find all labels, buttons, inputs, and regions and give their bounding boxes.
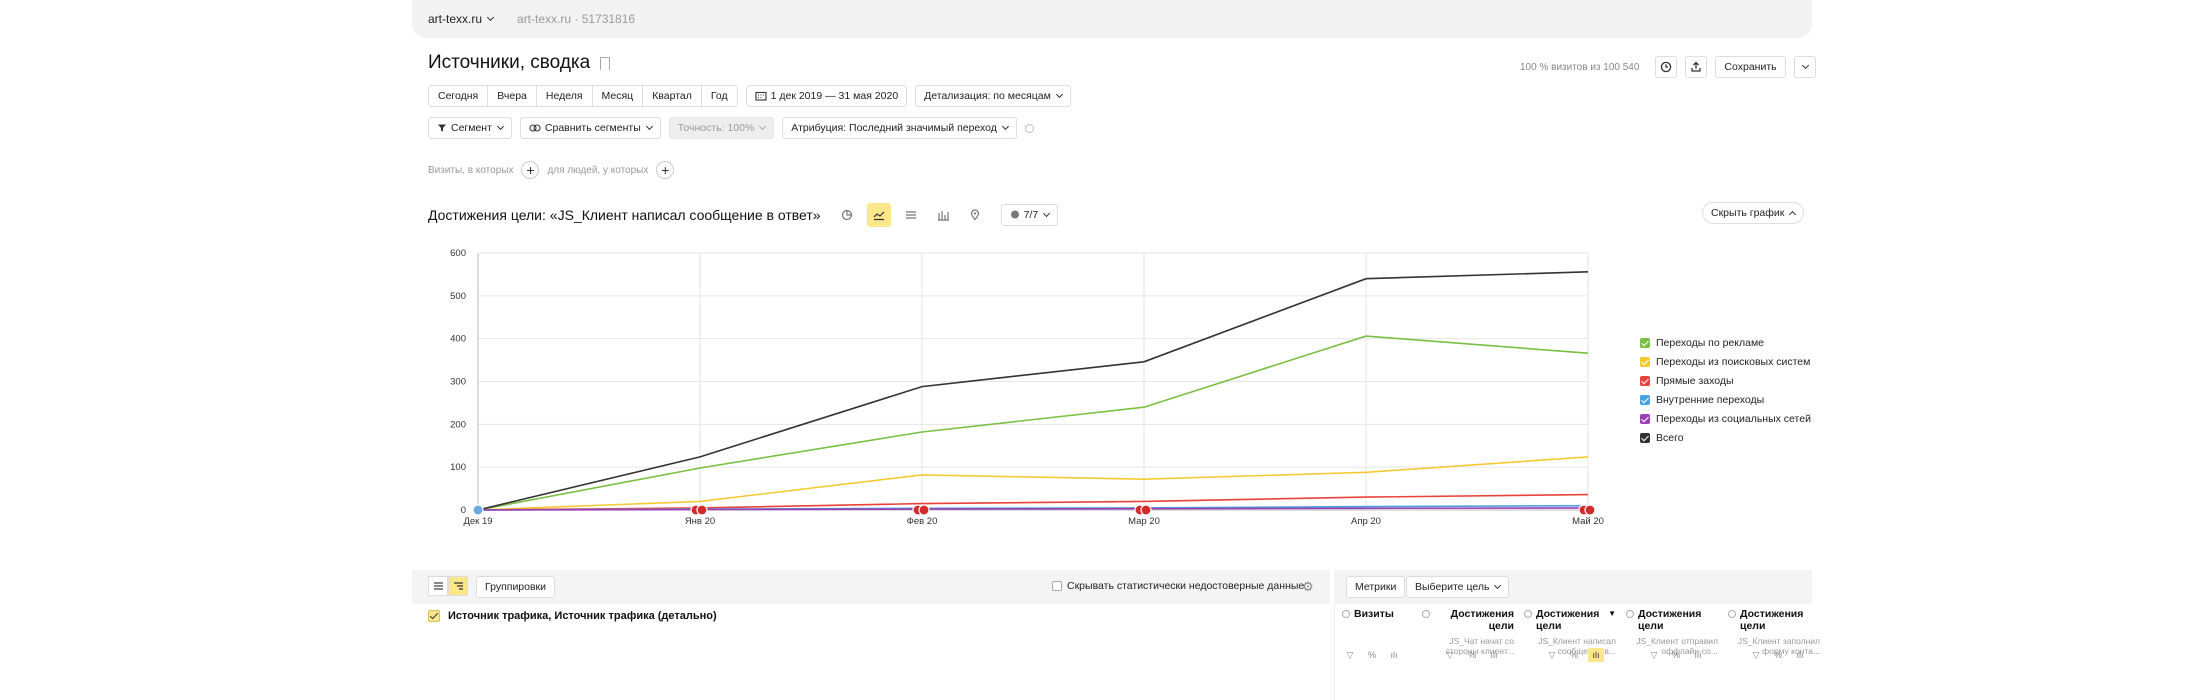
legend-item[interactable]: Всего [1640, 431, 1811, 445]
x-tick-label: Янв 20 [685, 516, 715, 527]
y-tick-label: 100 [450, 462, 466, 473]
x-tick-label: Апр 20 [1351, 516, 1381, 527]
column-tools-goal-2: ▽% ılı [1544, 648, 1604, 662]
chart-legend: Переходы по рекламе Переходы из поисковых… [1640, 336, 1811, 445]
x-tick-label: Мар 20 [1128, 516, 1160, 527]
line-chart: 0 100 200 300 400 500 600 Дек 19 Янв 20 Фев 20 Мар… [450, 248, 1604, 527]
annotation-marker [472, 504, 484, 516]
sort-radio[interactable] [1342, 610, 1350, 618]
legend-label: Переходы по рекламе [1656, 337, 1765, 349]
column-tools-goal-1: ▽% ılı [1442, 648, 1502, 662]
metrics-button[interactable]: Метрики [1346, 576, 1406, 598]
column-visits[interactable]: Визиты [1342, 608, 1412, 620]
percent-icon[interactable]: % [1566, 648, 1582, 662]
tree-icon [453, 582, 463, 590]
x-tick-label: Дек 19 [463, 516, 492, 527]
sort-radio[interactable] [1422, 610, 1430, 618]
dimension-checkbox[interactable] [428, 610, 440, 622]
legend-label: Переходы из поисковых систем [1656, 356, 1811, 368]
percent-icon[interactable]: % [1668, 648, 1684, 662]
y-tick-label: 200 [450, 419, 466, 430]
series-line [477, 271, 1589, 511]
bar-chart-icon[interactable]: ılı [1486, 648, 1502, 662]
legend-item[interactable]: Внутренние переходы [1640, 393, 1811, 407]
hide-unreliable-checkbox[interactable] [1052, 581, 1062, 591]
column-tools-visits: ▽% ılı [1342, 648, 1402, 662]
legend-item[interactable]: Переходы по рекламе [1640, 336, 1811, 350]
filter-icon[interactable]: ▽ [1748, 648, 1764, 662]
percent-icon[interactable]: % [1364, 648, 1380, 662]
sort-radio[interactable] [1524, 610, 1532, 618]
column-title: Визиты [1354, 608, 1394, 620]
chevron-down-icon [1494, 581, 1502, 590]
hide-unreliable-label: Скрывать статистически недостоверные дан… [1067, 580, 1305, 592]
x-tick-label: Май 20 [1572, 516, 1604, 527]
annotation-marker [1584, 504, 1596, 516]
groupings-button[interactable]: Группировки [476, 576, 556, 598]
legend-item[interactable]: Переходы из социальных сетей [1640, 412, 1811, 426]
legend-item[interactable]: Прямые заходы [1640, 374, 1811, 388]
dimension-header: Источник трафика, Источник трафика (дета… [428, 610, 717, 622]
series-line [477, 335, 1589, 511]
y-tick-label: 0 [461, 505, 466, 516]
column-divider [1334, 604, 1335, 700]
bar-chart-icon[interactable]: ılı [1386, 648, 1402, 662]
choose-goal-label: Выберите цель [1415, 581, 1490, 593]
column-title: Достижения цели [1450, 608, 1514, 632]
legend-checkbox[interactable] [1640, 376, 1650, 386]
column-title: Достижения цели [1536, 608, 1600, 632]
bar-chart-icon[interactable]: ılı [1588, 648, 1604, 662]
hide-unreliable-toggle[interactable]: Скрывать статистически недостоверные дан… [1052, 580, 1304, 592]
column-tools-goal-3: ▽% ılı [1646, 648, 1706, 662]
list-icon [433, 582, 443, 590]
filter-icon[interactable]: ▽ [1342, 648, 1358, 662]
column-title: Достижения цели [1740, 608, 1804, 632]
y-tick-label: 400 [450, 334, 466, 345]
percent-icon[interactable]: % [1770, 648, 1786, 662]
legend-checkbox[interactable] [1640, 357, 1650, 367]
y-tick-label: 300 [450, 377, 466, 388]
y-tick-label: 500 [450, 291, 466, 302]
bar-chart-icon[interactable]: ılı [1690, 648, 1706, 662]
sort-desc-icon: ▼ [1608, 609, 1616, 618]
view-toggle [428, 576, 468, 596]
filter-icon[interactable]: ▽ [1442, 648, 1458, 662]
legend-label: Всего [1656, 432, 1684, 444]
legend-checkbox[interactable] [1640, 414, 1650, 424]
list-view-button[interactable] [428, 576, 448, 596]
legend-label: Внутренние переходы [1656, 394, 1765, 406]
percent-icon[interactable]: % [1464, 648, 1480, 662]
gear-icon[interactable]: ⚙ [1302, 579, 1314, 595]
legend-label: Прямые заходы [1656, 375, 1734, 387]
column-tools-goal-4: ▽% ılı [1748, 648, 1808, 662]
legend-checkbox[interactable] [1640, 395, 1650, 405]
tree-view-button[interactable] [448, 576, 468, 596]
y-tick-label: 600 [450, 248, 466, 259]
sort-radio[interactable] [1626, 610, 1634, 618]
legend-item[interactable]: Переходы из поисковых систем [1640, 355, 1811, 369]
legend-label: Переходы из социальных сетей [1656, 413, 1811, 425]
annotation-marker [1140, 504, 1152, 516]
annotation-marker [696, 504, 708, 516]
annotation-marker [918, 504, 930, 516]
choose-goal-dropdown[interactable]: Выберите цель [1406, 576, 1510, 598]
report-table: Группировки Скрывать статистически недос… [412, 570, 1820, 700]
x-tick-label: Фев 20 [907, 516, 938, 527]
filter-icon[interactable]: ▽ [1646, 648, 1662, 662]
filter-icon[interactable]: ▽ [1544, 648, 1560, 662]
dimension-label: Источник трафика, Источник трафика (дета… [448, 610, 717, 622]
column-title: Достижения цели [1638, 608, 1702, 632]
legend-checkbox[interactable] [1640, 433, 1650, 443]
bar-chart-icon[interactable]: ılı [1792, 648, 1808, 662]
sort-radio[interactable] [1728, 610, 1736, 618]
legend-checkbox[interactable] [1640, 338, 1650, 348]
